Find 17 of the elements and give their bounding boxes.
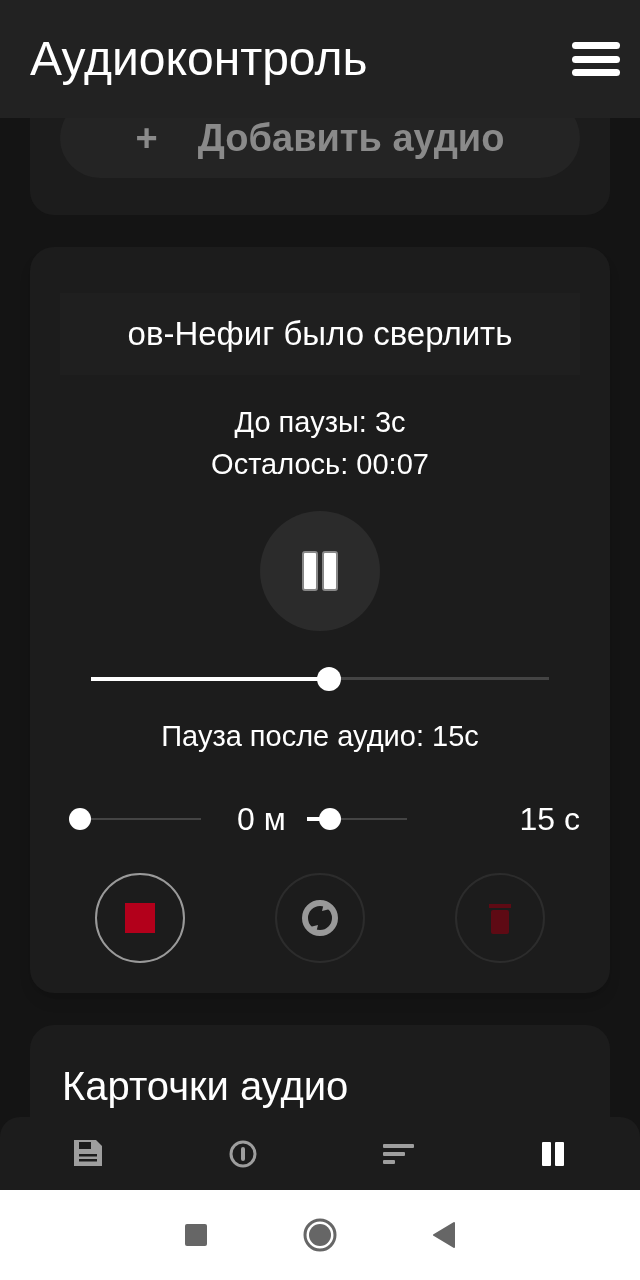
app-title: Аудиоконтроль [30, 31, 368, 87]
menu-icon[interactable] [572, 39, 620, 79]
pause-countdown: До паузы: 3с [234, 405, 406, 440]
home-icon[interactable] [303, 1218, 337, 1252]
minutes-value: 0 м [237, 799, 287, 839]
track-title: ов-Нефиг было сверлить [127, 314, 513, 355]
section-title: Карточки аудио [62, 1062, 350, 1109]
stop-button[interactable] [95, 872, 185, 963]
back-icon[interactable] [433, 1222, 455, 1248]
pause-icon [302, 551, 338, 591]
plus-icon: + [135, 118, 158, 167]
refresh-icon [302, 899, 338, 936]
seconds-slider[interactable] [307, 807, 407, 830]
pause-after-label: Пауза после аудио: 15с [161, 719, 479, 754]
remaining-time: Осталось: 00:07 [211, 447, 429, 482]
minutes-slider[interactable] [69, 807, 201, 830]
seconds-value: 15 с [519, 799, 580, 839]
